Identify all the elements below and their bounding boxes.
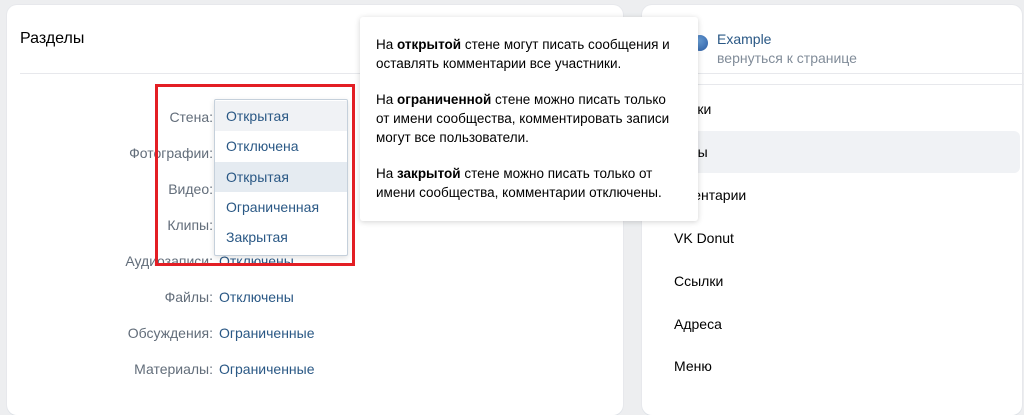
- dropdown-option-open[interactable]: Открытая: [215, 162, 347, 192]
- tooltip-closed: На закрытой стене можно писать только от…: [376, 166, 662, 200]
- side-item-menu[interactable]: Меню: [674, 358, 712, 374]
- community-name[interactable]: Example: [717, 31, 771, 47]
- dropdown-option-limited[interactable]: Ограниченная: [215, 192, 347, 222]
- page-title: Разделы: [20, 30, 85, 47]
- side-item-links[interactable]: Ссылки: [674, 273, 723, 289]
- dropdown-option-closed[interactable]: Закрытая: [215, 222, 347, 252]
- dropdown-current[interactable]: Открытая: [215, 101, 347, 131]
- tooltip-open: На открытой стене могут писать сообщения…: [376, 37, 670, 71]
- dropdown-option-disabled[interactable]: Отключена: [215, 131, 347, 161]
- articles-value[interactable]: Ограниченные: [219, 361, 315, 377]
- files-value[interactable]: Отключены: [219, 289, 294, 305]
- wall-dropdown[interactable]: Открытая Отключена Открытая Ограниченная…: [214, 99, 348, 256]
- side-divider: [660, 84, 1024, 85]
- articles-label: Материалы:: [134, 361, 213, 377]
- wall-types-tooltip: На открытой стене могут писать сообщения…: [360, 17, 698, 221]
- side-item-vk-donut[interactable]: VK Donut: [674, 230, 734, 246]
- side-navigation-card: [642, 5, 1022, 415]
- discussions-value[interactable]: Ограниченные: [219, 325, 315, 341]
- discussions-label: Обсуждения:: [127, 325, 213, 341]
- files-label: Файлы:: [164, 289, 213, 305]
- side-item-addresses[interactable]: Адреса: [674, 316, 722, 332]
- back-to-page-link[interactable]: вернуться к странице: [717, 50, 857, 66]
- tooltip-limited: На ограниченной стене можно писать тольк…: [376, 92, 670, 145]
